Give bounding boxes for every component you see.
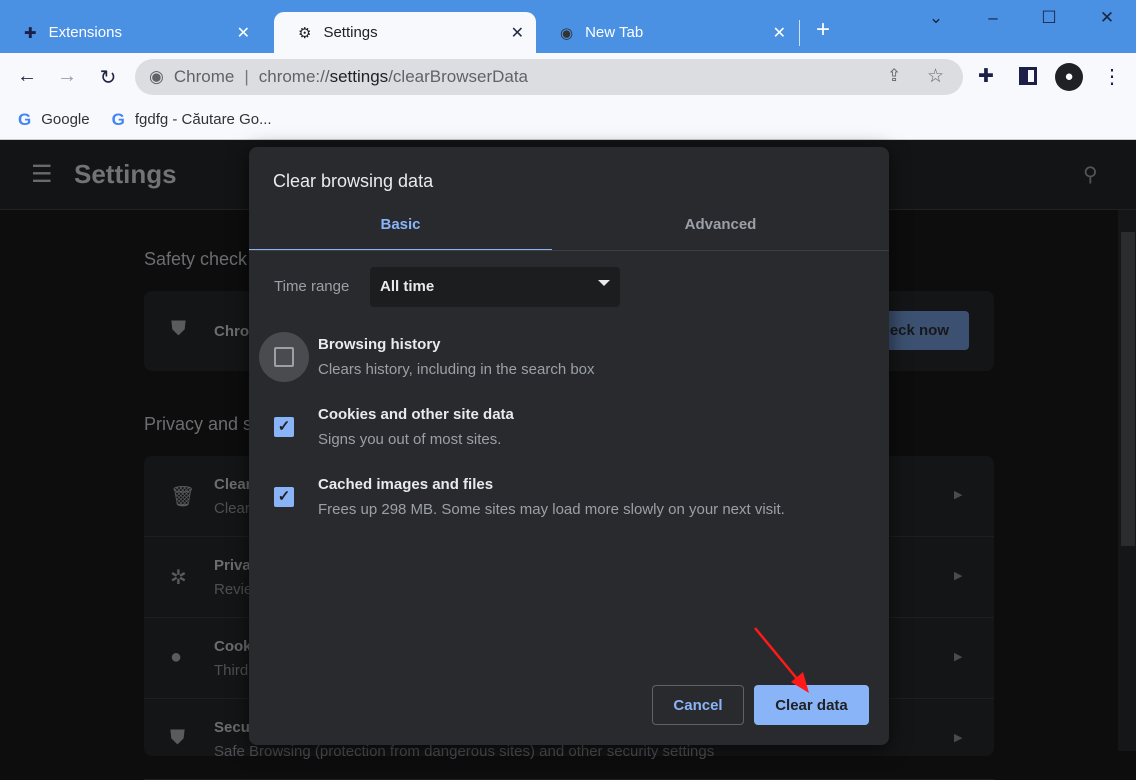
search-icon[interactable]: ⚲: [1083, 162, 1098, 187]
tab-advanced[interactable]: Advanced: [569, 209, 872, 251]
menu-icon[interactable]: ⋮: [1102, 64, 1122, 89]
browsing-history-checkbox[interactable]: [274, 347, 294, 367]
cookie-icon: ●: [170, 646, 183, 668]
safety-check-text: Chro: [214, 323, 249, 340]
tab-basic[interactable]: Basic: [249, 209, 552, 251]
tab-divider: [249, 250, 889, 251]
compass-icon: ✲: [170, 567, 187, 589]
close-tab-icon[interactable]: ✕: [511, 23, 524, 43]
tab-label: Settings: [323, 24, 378, 41]
arrow-right-icon: ▶: [954, 489, 963, 501]
time-range-label: Time range: [274, 278, 350, 295]
time-range-select[interactable]: All time: [370, 267, 620, 307]
new-tab-button[interactable]: +: [816, 16, 830, 44]
cookies-checkbox[interactable]: ✓: [274, 417, 294, 437]
share-icon[interactable]: ⇪: [887, 66, 901, 86]
safety-check-heading: Safety check: [144, 249, 248, 269]
arrow-right-icon: ▶: [954, 651, 963, 663]
trash-icon: 🗑: [170, 486, 196, 508]
tab-strip: ✚ Extensions ✕ ⚙ Settings ✕ ◉ New Tab ✕ …: [0, 0, 1136, 53]
shield-check-icon: ⛊: [171, 318, 186, 340]
address-bar[interactable]: ◉ Chrome | chrome://settings/clearBrowse…: [135, 59, 963, 95]
close-tab-icon[interactable]: ✕: [773, 23, 786, 43]
chrome-icon: ◉: [149, 67, 164, 86]
item-subtitle: Clears history, including in the search …: [318, 361, 595, 378]
bookmark-google[interactable]: G Google: [18, 110, 90, 130]
scrollbar-thumb[interactable]: [1121, 232, 1135, 546]
red-arrow-annotation: [754, 627, 809, 693]
cache-checkbox[interactable]: ✓: [274, 487, 294, 507]
profile-avatar[interactable]: ●: [1055, 63, 1083, 91]
bookmarks-bar: G Google Gfgdfg - Căutare Go...: [0, 100, 1136, 140]
url-text: chrome://settings/clearBrowserData: [258, 67, 529, 86]
dropdown-arrow-icon: [598, 280, 610, 286]
forward-button[interactable]: →: [52, 65, 82, 88]
arrow-right-icon: ▶: [954, 570, 963, 582]
item-title: Cookies and other site data: [318, 406, 514, 423]
puzzle-icon: ✚: [24, 24, 37, 42]
close-tab-icon[interactable]: ✕: [237, 23, 250, 43]
item-title: Browsing history: [318, 336, 441, 353]
maximize-button[interactable]: ☐: [1034, 8, 1064, 28]
bookmark-search[interactable]: Gfgdfg - Căutare Go...: [112, 110, 272, 130]
tab-divider: [799, 20, 800, 46]
privacy-heading: Privacy and s: [144, 414, 253, 434]
dialog-title: Clear browsing data: [273, 171, 434, 191]
gear-icon: ⚙: [298, 24, 312, 42]
extensions-icon[interactable]: ✚: [978, 65, 994, 88]
side-panel-icon[interactable]: [1019, 67, 1037, 85]
tab-new-tab[interactable]: ◉ New Tab ✕: [536, 12, 798, 53]
scrollbar[interactable]: [1118, 210, 1136, 751]
tab-extensions[interactable]: ✚ Extensions ✕: [0, 12, 262, 53]
item-subtitle: Signs you out of most sites.: [318, 431, 502, 448]
tab-settings[interactable]: ⚙ Settings ✕: [274, 12, 536, 53]
tab-search-icon[interactable]: ⌄: [921, 8, 951, 28]
site-label: Chrome: [173, 67, 235, 86]
toolbar: ← → ↻ ◉ Chrome | chrome://settings/clear…: [0, 53, 1136, 100]
arrow-right-icon: ▶: [954, 732, 963, 744]
minimize-button[interactable]: –: [978, 8, 1008, 28]
bookmark-label: Google: [41, 111, 90, 128]
google-icon: G: [111, 109, 125, 129]
star-icon[interactable]: ☆: [927, 65, 944, 88]
item-subtitle: Frees up 298 MB. Some sites may load mor…: [318, 501, 785, 518]
item-title: Cached images and files: [318, 476, 494, 493]
bookmark-label: fgdfg - Căutare Go...: [134, 111, 272, 128]
chrome-icon: ◉: [560, 24, 574, 42]
divider: |: [244, 67, 249, 86]
cancel-button[interactable]: Cancel: [652, 685, 744, 725]
shield-icon: ⛊: [170, 727, 185, 749]
close-window-button[interactable]: ✕: [1092, 8, 1122, 28]
time-range-value: All time: [380, 278, 435, 295]
page-title: Settings: [74, 159, 177, 189]
tab-label: New Tab: [585, 24, 644, 41]
tab-label: Extensions: [48, 24, 122, 41]
google-icon: G: [18, 109, 32, 129]
hamburger-menu-icon[interactable]: ☰: [31, 160, 53, 189]
reload-button[interactable]: ↻: [93, 65, 123, 90]
back-button[interactable]: ←: [12, 65, 42, 88]
